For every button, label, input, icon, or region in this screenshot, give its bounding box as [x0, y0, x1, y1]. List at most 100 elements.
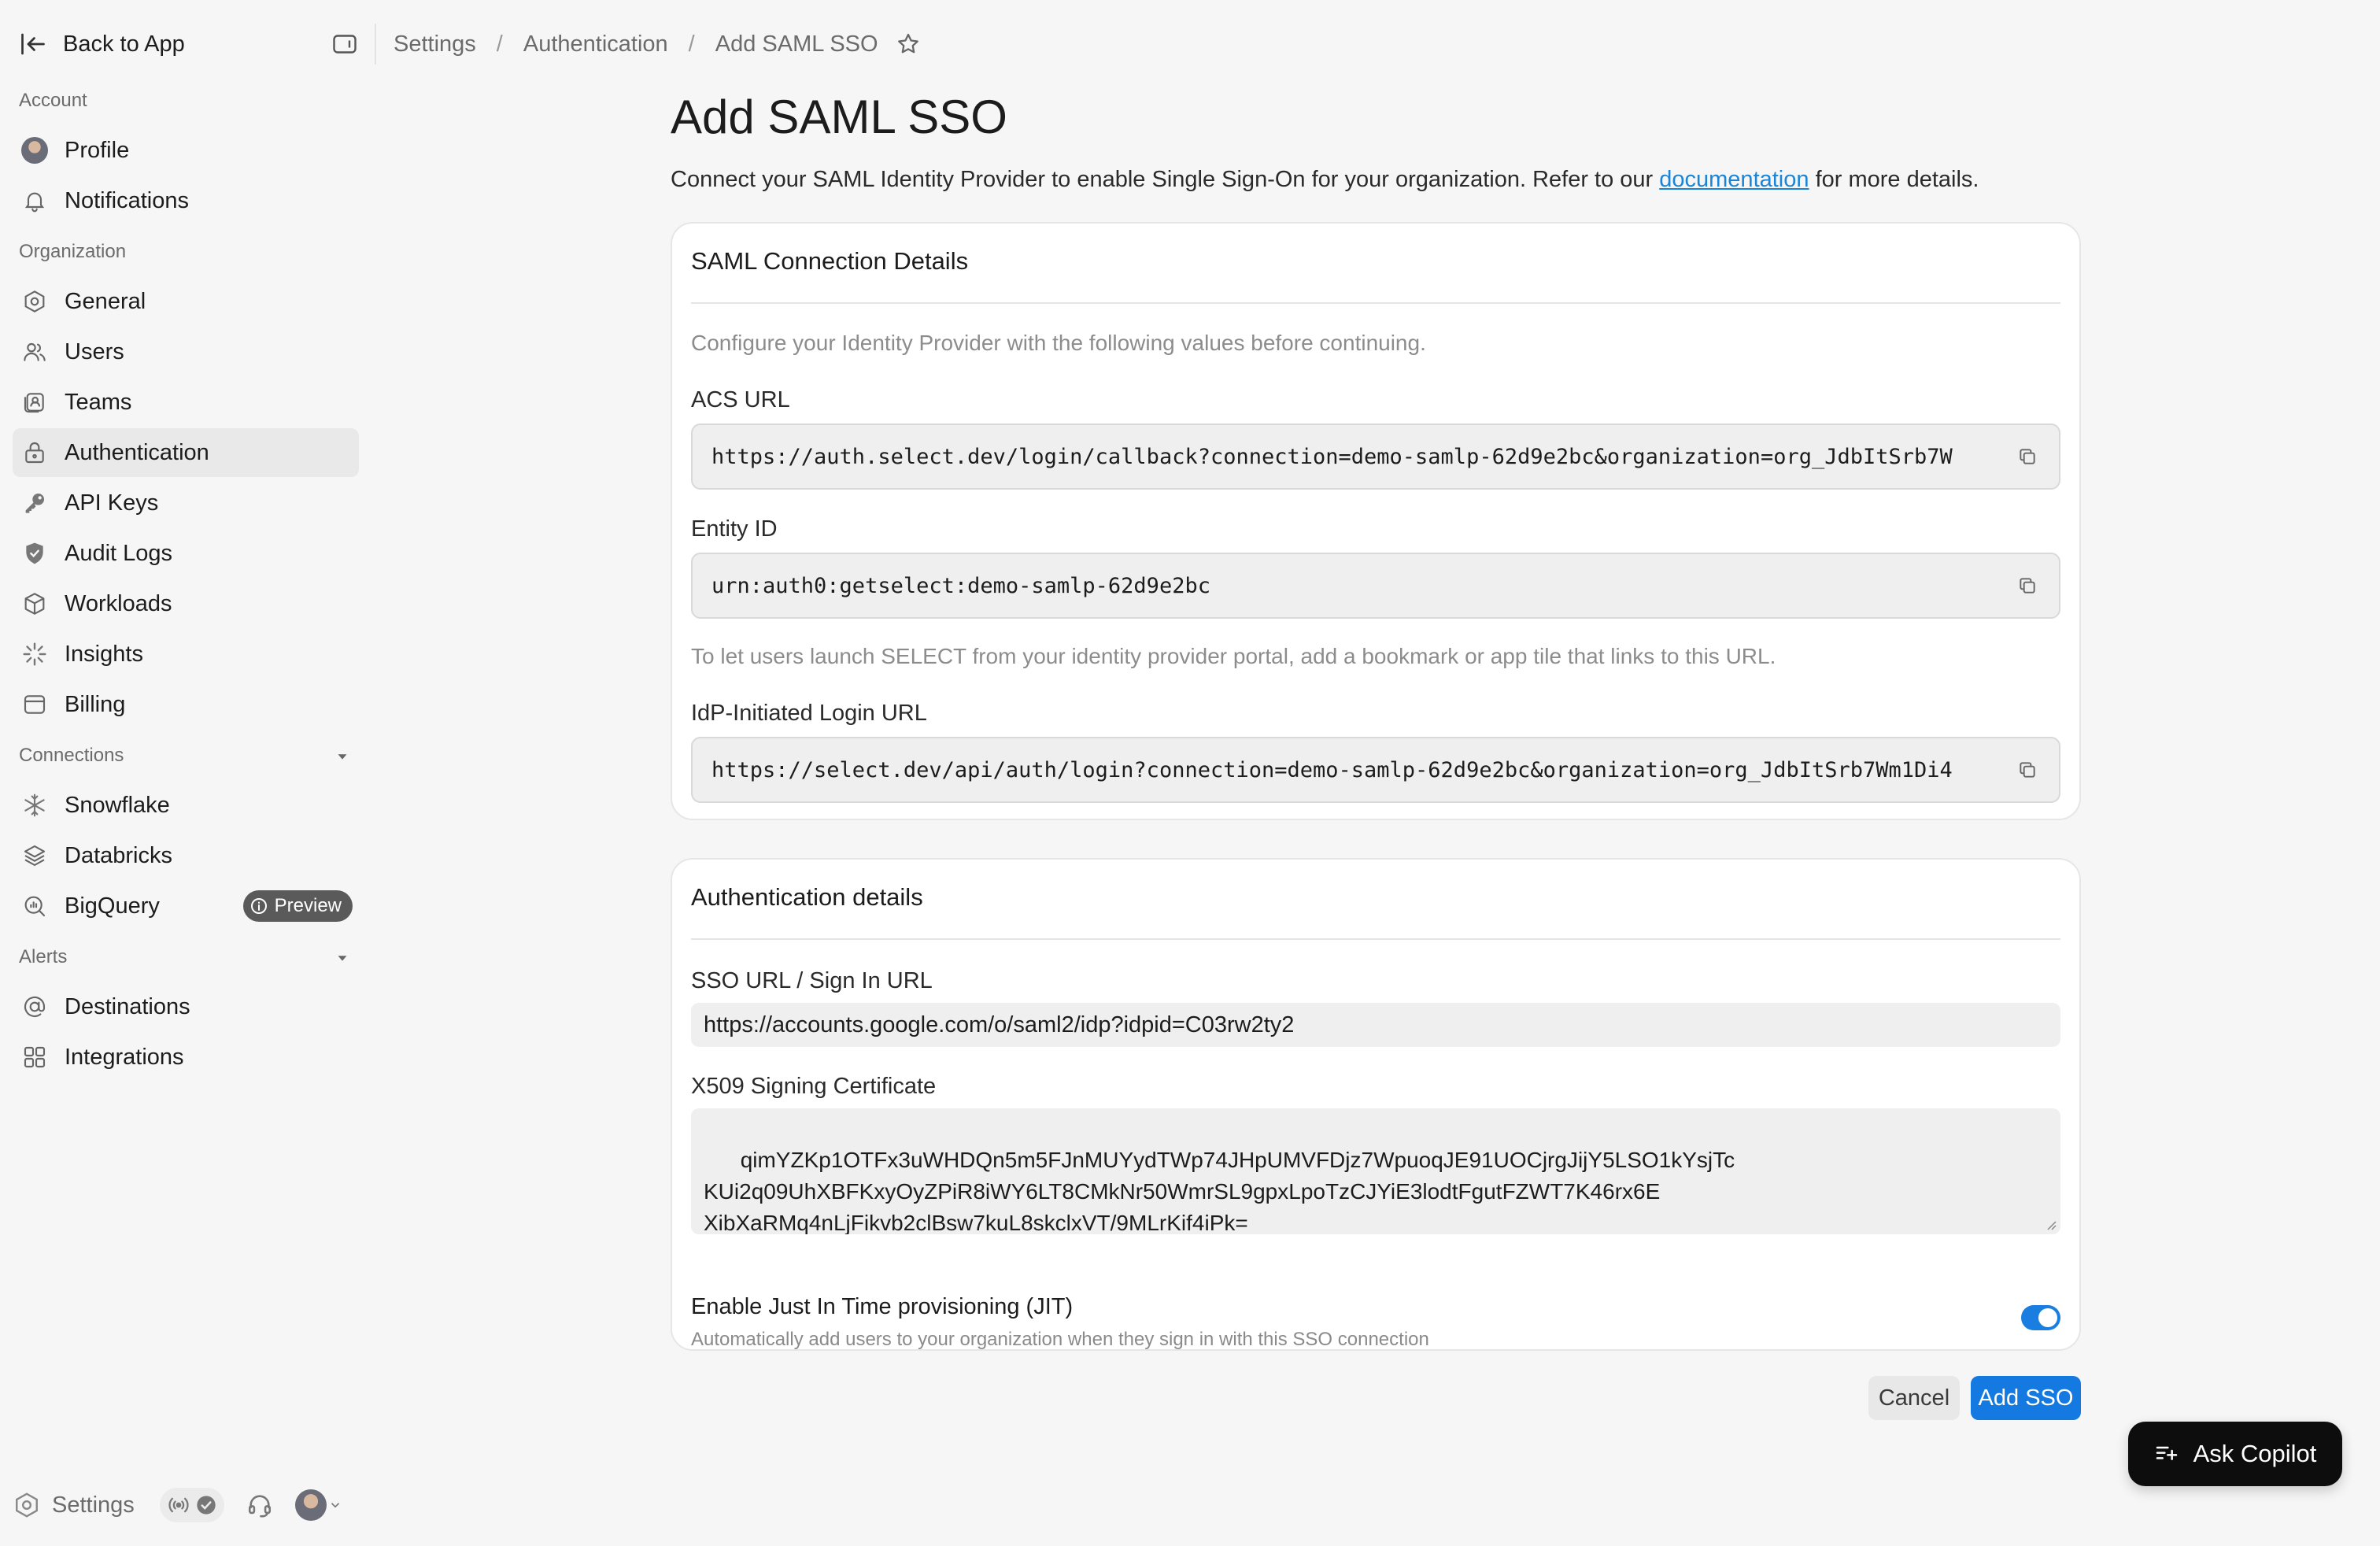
section-label-alerts[interactable]: Alerts — [19, 946, 359, 968]
user-avatar[interactable] — [294, 1489, 327, 1521]
copy-icon[interactable] — [2015, 757, 2040, 782]
preview-badge: Preview — [242, 890, 353, 922]
sidebar-item-label: API Keys — [65, 490, 159, 516]
sidebar-item-label: Users — [65, 338, 124, 364]
bigquery-icon — [20, 892, 49, 920]
breadcrumb: Settings / Authentication / Add SAML SSO — [394, 24, 922, 65]
caret-down-icon — [338, 754, 347, 760]
idp-login-url-label: IdP-Initiated Login URL — [691, 701, 927, 726]
x509-certificate-value: qimYZKp1OTFx3uWHDQn5m5FJnMUYydTWp74JHpUM… — [704, 1148, 1735, 1234]
toggle-knob — [2038, 1308, 2057, 1327]
sidebar-item-bigquery[interactable]: BigQuery Preview — [13, 882, 359, 930]
sso-url-label: SSO URL / Sign In URL — [691, 968, 933, 993]
sidebar-item-label: Integrations — [65, 1044, 184, 1070]
sso-url-input[interactable]: https://accounts.google.com/o/saml2/idp?… — [691, 1003, 2060, 1047]
page-description: Connect your SAML Identity Provider to e… — [671, 167, 1979, 193]
key-icon — [20, 489, 49, 517]
sidebar-item-databricks[interactable]: Databricks — [13, 831, 359, 880]
copy-icon[interactable] — [2015, 573, 2040, 598]
sidebar-item-api-keys[interactable]: API Keys — [13, 479, 359, 527]
idp-login-url-value: https://select.dev/api/auth/login?connec… — [711, 757, 1953, 782]
layers-icon — [20, 841, 49, 870]
documentation-link[interactable]: documentation — [1659, 167, 1809, 192]
sidebar-item-label: Snowflake — [65, 792, 170, 818]
idp-login-url-field[interactable]: https://select.dev/api/auth/login?connec… — [691, 737, 2060, 803]
settings-app: Back to App Account Profile Notification… — [0, 0, 2380, 1546]
breadcrumb-current: Add SAML SSO — [715, 31, 878, 57]
entity-id-value: urn:auth0:getselect:demo-samlp-62d9e2bc — [711, 573, 1210, 598]
preview-badge-label: Preview — [274, 895, 342, 916]
sidebar-item-insights[interactable]: Insights — [13, 630, 359, 679]
entity-id-field[interactable]: urn:auth0:getselect:demo-samlp-62d9e2bc — [691, 553, 2060, 619]
avatar — [20, 136, 49, 165]
entity-id-label: Entity ID — [691, 516, 778, 542]
x509-certificate-label: X509 Signing Certificate — [691, 1074, 937, 1099]
sidebar-item-label: Databricks — [65, 842, 172, 868]
sidebar-item-snowflake[interactable]: Snowflake — [13, 781, 359, 830]
sidebar-item-billing[interactable]: Billing — [13, 680, 359, 729]
x509-certificate-textarea[interactable]: qimYZKp1OTFx3uWHDQn5m5FJnMUYydTWp74JHpUM… — [691, 1108, 2060, 1234]
sidebar-item-label: Insights — [65, 641, 143, 667]
cancel-button[interactable]: Cancel — [1868, 1376, 1960, 1420]
ask-copilot-button[interactable]: Ask Copilot — [2128, 1422, 2342, 1486]
add-sso-button[interactable]: Add SSO — [1971, 1376, 2081, 1420]
sidebar-item-teams[interactable]: Teams — [13, 378, 359, 427]
bell-icon — [20, 187, 49, 215]
sidebar-item-label: Workloads — [65, 590, 172, 616]
copy-icon[interactable] — [2015, 444, 2040, 469]
sidebar-item-destinations[interactable]: Destinations — [13, 982, 359, 1031]
section-label-connections[interactable]: Connections — [19, 745, 359, 767]
acs-url-field[interactable]: https://auth.select.dev/login/callback?c… — [691, 423, 2060, 490]
star-icon[interactable] — [896, 31, 922, 57]
breadcrumb-separator: / — [496, 31, 503, 57]
resize-grip-icon[interactable] — [2043, 1217, 2057, 1231]
sidebar-item-label: Profile — [65, 137, 130, 163]
hexagon-settings-icon — [16, 1492, 38, 1518]
section-label-text: Alerts — [19, 946, 68, 967]
sidebar-item-users[interactable]: Users — [13, 327, 359, 376]
broadcast-icon — [168, 1497, 189, 1513]
at-sign-icon — [20, 993, 49, 1021]
connection-status-pill[interactable] — [159, 1488, 224, 1522]
jit-description: Automatically add users to your organiza… — [691, 1329, 1429, 1350]
saml-connection-card: SAML Connection Details Configure your I… — [671, 222, 2081, 820]
sidebar: Back to App Account Profile Notification… — [0, 0, 375, 1546]
credit-card-icon — [20, 690, 49, 719]
cube-icon — [20, 590, 49, 618]
footer-settings-link[interactable]: Settings — [13, 1491, 135, 1519]
header-divider — [375, 24, 376, 65]
arrow-left-icon — [19, 29, 49, 59]
sidebar-item-workloads[interactable]: Workloads — [13, 579, 359, 628]
card-title: Authentication details — [691, 883, 923, 911]
check-circle-icon — [197, 1496, 216, 1515]
sidebar-footer: Settings — [13, 1483, 359, 1527]
sidebar-item-audit-logs[interactable]: Audit Logs — [13, 529, 359, 578]
teams-icon — [20, 388, 49, 416]
back-to-app-link[interactable]: Back to App — [19, 24, 359, 65]
page-description-suffix: for more details. — [1809, 167, 1979, 192]
sidebar-item-label: Notifications — [65, 187, 189, 213]
sidebar-item-general[interactable]: General — [13, 277, 359, 326]
page-title: Add SAML SSO — [671, 91, 1007, 143]
saml-hint-text: Configure your Identity Provider with th… — [691, 331, 1426, 355]
sparkle-loader-icon — [20, 640, 49, 668]
sidebar-item-notifications[interactable]: Notifications — [13, 176, 359, 225]
caret-down-icon — [338, 956, 347, 961]
authentication-details-card: Authentication details SSO URL / Sign In… — [671, 858, 2081, 1351]
sidebar-item-profile[interactable]: Profile — [13, 126, 359, 175]
breadcrumb-authentication[interactable]: Authentication — [523, 31, 668, 57]
jit-toggle[interactable] — [2021, 1305, 2060, 1330]
hexagon-settings-icon — [20, 287, 49, 316]
headset-icon[interactable] — [246, 1490, 276, 1520]
sidebar-item-authentication[interactable]: Authentication — [13, 428, 359, 477]
sidebar-item-label: Audit Logs — [65, 540, 173, 566]
sidebar-toggle-icon[interactable] — [331, 30, 359, 58]
users-icon — [20, 338, 49, 366]
chevron-down-icon[interactable] — [328, 1498, 342, 1512]
breadcrumb-settings[interactable]: Settings — [394, 31, 476, 57]
snowflake-icon — [20, 791, 49, 819]
card-title: SAML Connection Details — [691, 247, 969, 275]
breadcrumb-separator: / — [688, 31, 695, 57]
card-divider — [691, 302, 2060, 304]
sidebar-item-integrations[interactable]: Integrations — [13, 1033, 359, 1082]
